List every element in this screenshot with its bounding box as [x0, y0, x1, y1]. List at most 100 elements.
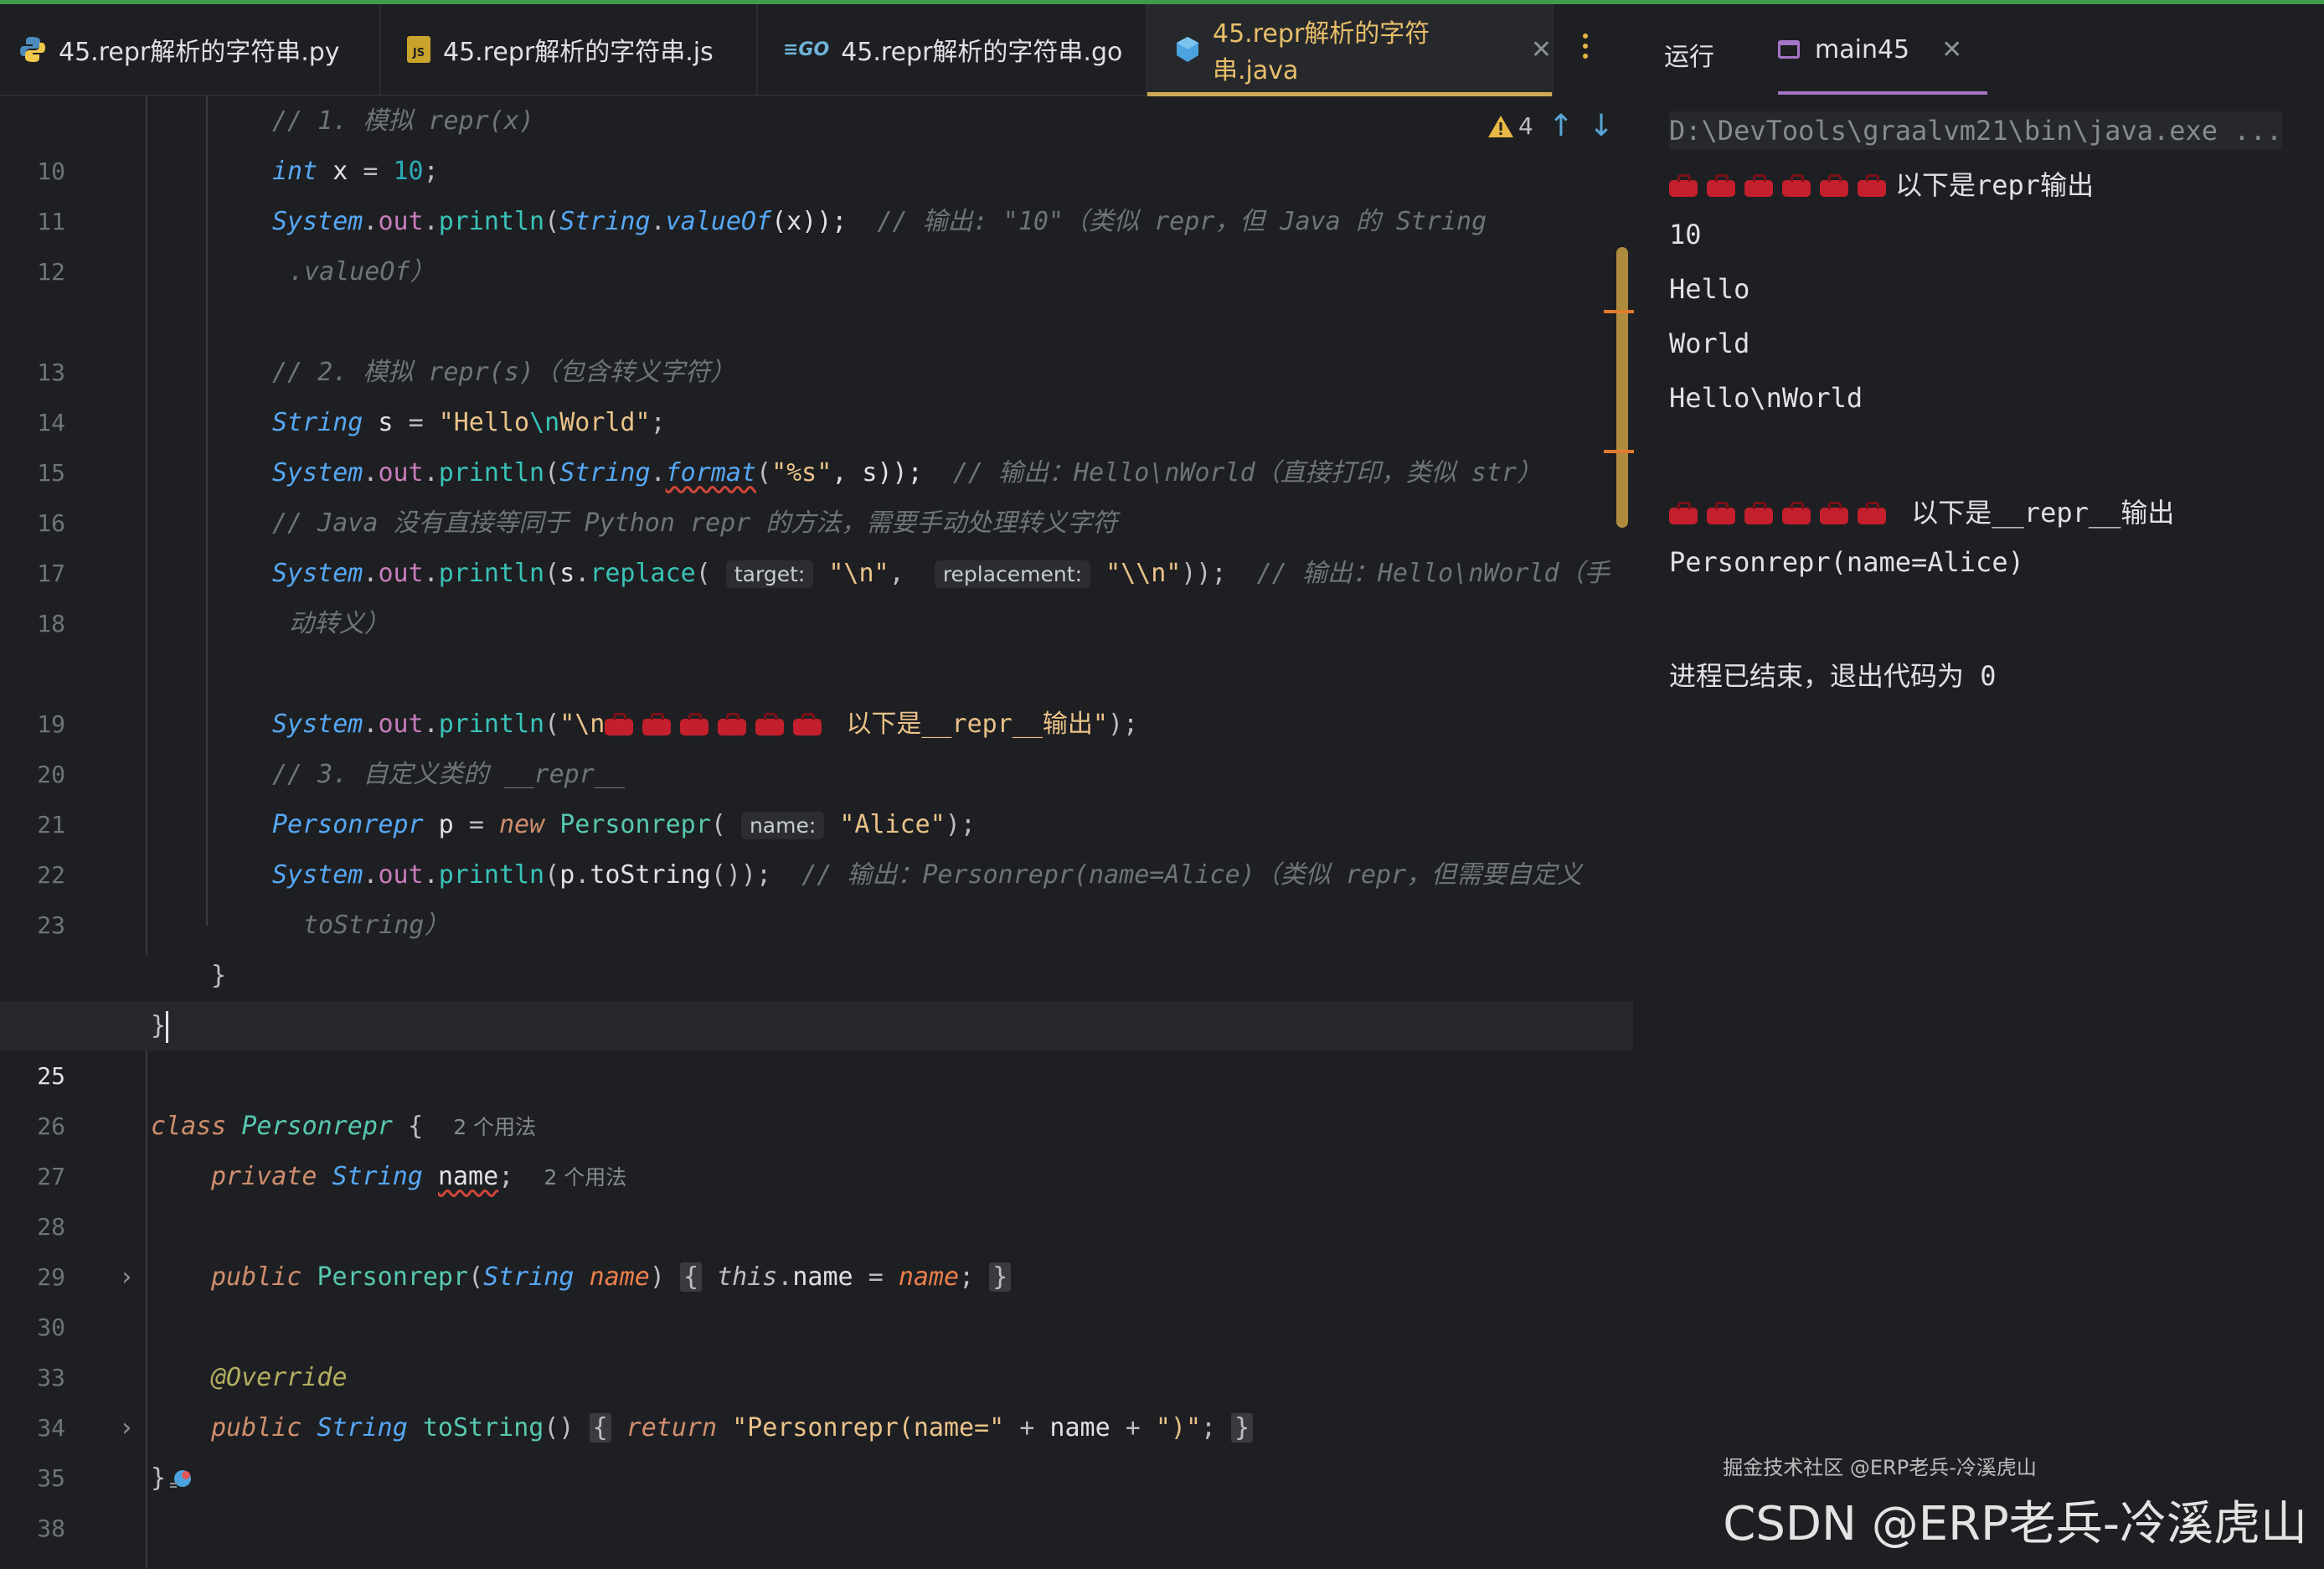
comment: // 3. 自定义类的 __repr__	[272, 760, 625, 789]
console-window-icon	[1778, 40, 1800, 59]
comment: // 1. 模拟 repr(x)	[272, 106, 534, 136]
warning-icon	[1488, 115, 1513, 137]
parameter-hint: name:	[740, 812, 825, 839]
js-file-icon: JS	[406, 35, 431, 64]
code-line: 35 › public String toString() { return "…	[0, 1403, 1633, 1492]
red-bag-icon	[1669, 497, 1895, 529]
code-line: 26	[0, 1051, 1633, 1140]
go-file-icon: ≡GO	[783, 39, 830, 60]
console-line: Hello	[1669, 273, 1750, 305]
comment-wrap: .valueOf）	[289, 257, 435, 286]
more-tabs-icon[interactable]	[1583, 34, 1590, 64]
usages-hint[interactable]: 2 个用法	[453, 1115, 536, 1139]
code-line: 34 @Override	[0, 1353, 1633, 1442]
code-line: 17 // Java 没有直接等同于 Python repr 的方法，需要手动处…	[0, 498, 1633, 587]
annotation: @Override	[211, 1363, 348, 1392]
run-console[interactable]: D:\DevTools\graalvm21\bin\java.exe ... 以…	[1637, 95, 2324, 1569]
code-line-current: 25 }	[0, 1001, 1633, 1090]
tab-label: 45.repr解析的字符串.js	[443, 38, 714, 67]
code-line-wrap: .valueOf）	[0, 247, 1633, 297]
warning-count: 4	[1518, 112, 1533, 140]
code-line: 29	[0, 1202, 1633, 1291]
code-line: 18 System.out.println(s.replace( target:…	[0, 549, 1633, 637]
code-statement: System.out.println("\n 以下是__repr__输出");	[272, 710, 1139, 739]
code-line: 15 String s = "Hello\nWorld";	[0, 398, 1633, 487]
code-line: 23 System.out.println(p.toString()); // …	[0, 850, 1633, 939]
java-file-icon	[1174, 35, 1201, 64]
code-line: 22 Personrepr p = new Personrepr( name: …	[0, 800, 1633, 889]
class-declaration: class Personrepr { 2 个用法	[151, 1112, 537, 1141]
tab-label: 45.repr解析的字符串.py	[59, 38, 340, 67]
editor-scrollbar[interactable]	[1616, 247, 1628, 528]
code-line: 24 }	[0, 951, 1633, 1040]
comment-wrap: toString）	[303, 911, 450, 940]
svg-text:JS: JS	[412, 47, 425, 59]
closing-brace: }	[151, 1463, 167, 1493]
tab-label: 45.repr解析的字符串.go	[841, 38, 1123, 67]
code-statement: Personrepr p = new Personrepr( name: "Al…	[272, 810, 976, 839]
code-line: 33	[0, 1303, 1633, 1391]
console-line: 以下是__repr__输出	[1669, 492, 2174, 530]
run-toolwindow-header: 运行 main45 ✕	[1637, 4, 2324, 95]
closing-brace: }	[211, 961, 227, 990]
code-line: 16 System.out.println(String.format("%s"…	[0, 448, 1633, 537]
console-line: 以下是repr输出	[1669, 164, 2094, 203]
console-command-line[interactable]: D:\DevTools\graalvm21\bin\java.exe ...	[1669, 111, 2283, 150]
code-line: 13	[0, 297, 1633, 386]
code-line: 10 // 1. 模拟 repr(x)	[0, 96, 1633, 185]
comment: // 2. 模拟 repr(s)（包含转义字符）	[272, 358, 735, 387]
run-config-label: main45	[1815, 34, 1910, 65]
parameter-hint: target:	[725, 560, 814, 588]
code-line: 14 // 2. 模拟 repr(s)（包含转义字符）	[0, 348, 1633, 436]
console-line: Personrepr(name=Alice)	[1669, 546, 2024, 578]
console-line: World	[1669, 328, 1750, 359]
fold-chevron-icon[interactable]: ›	[119, 1403, 134, 1453]
method-declaration: public String toString() { return "Perso…	[211, 1403, 1254, 1453]
code-line: 38 }	[0, 1453, 1633, 1542]
code-line: 19	[0, 649, 1633, 738]
code-line: 20 System.out.println("\n 以下是__repr__输出"…	[0, 699, 1633, 788]
tab-js-file[interactable]: JS 45.repr解析的字符串.js	[381, 4, 758, 95]
close-icon[interactable]: ✕	[1531, 35, 1552, 65]
code-statement: String s = "Hello\nWorld";	[272, 408, 666, 437]
tab-run-config[interactable]: main45 ✕	[1778, 4, 1987, 95]
close-icon[interactable]: ✕	[1941, 35, 1962, 65]
line-number: 39	[0, 1554, 65, 1569]
editor-tab-bar: 45.repr解析的字符串.py JS 45.repr解析的字符串.js ≡GO…	[0, 4, 1554, 96]
code-statement: System.out.println(s.replace( target: "\…	[272, 559, 1610, 588]
tab-go-file[interactable]: ≡GO 45.repr解析的字符串.go	[758, 4, 1147, 95]
watermark: 掘金技术社区 @ERP老兵-冷溪虎山 CSDN @ERP老兵-冷溪虎山	[1723, 1456, 2307, 1551]
comment-wrap: 动转义）	[289, 609, 389, 638]
code-line: 11 int x = 10;	[0, 147, 1633, 235]
arrow-down-icon[interactable]: ↓	[1589, 109, 1614, 143]
console-line: Hello\nWorld	[1669, 382, 1863, 414]
arrow-up-icon[interactable]: ↑	[1548, 109, 1574, 143]
code-line-wrap: toString）	[0, 901, 1633, 951]
code-line-wrap: 动转义）	[0, 599, 1633, 649]
code-statement: int x = 10;	[272, 157, 439, 186]
code-line: 12 System.out.println(String.valueOf(x))…	[0, 197, 1633, 286]
tab-python-file[interactable]: 45.repr解析的字符串.py	[0, 4, 381, 95]
scrollbar-warning-marker[interactable]	[1604, 450, 1634, 453]
tab-java-file[interactable]: 45.repr解析的字符串.java ✕	[1147, 4, 1554, 96]
usages-hint[interactable]: 2 个用法	[544, 1165, 626, 1190]
code-line: 30 › public Personrepr(String name) { th…	[0, 1252, 1633, 1341]
console-line: 10	[1669, 219, 1702, 250]
text-cursor	[166, 1010, 169, 1043]
python-icon	[18, 35, 47, 64]
inspection-widget[interactable]: 4 ↑ ↓	[1487, 109, 1614, 143]
code-editor[interactable]: 10 // 1. 模拟 repr(x) 11 int x = 10; 12 Sy…	[0, 96, 1633, 1569]
scrollbar-warning-marker[interactable]	[1604, 310, 1634, 313]
comment: // Java 没有直接等同于 Python repr 的方法，需要手动处理转义…	[272, 508, 1118, 538]
run-label: 运行	[1664, 43, 1714, 72]
field-declaration: private String name; 2 个用法	[211, 1162, 627, 1191]
red-bag-icon	[1669, 169, 1895, 201]
code-line: 39	[0, 1504, 1633, 1569]
code-statement: System.out.println(p.toString()); // 输出：…	[272, 860, 1583, 890]
fold-chevron-icon[interactable]: ›	[119, 1252, 134, 1303]
red-bag-icon	[605, 710, 831, 739]
code-line: 21 // 3. 自定义类的 __repr__	[0, 750, 1633, 839]
console-exit-line: 进程已结束，退出代码为 0	[1669, 660, 1997, 692]
parameter-hint: replacement:	[934, 560, 1090, 588]
code-statement: System.out.println(String.valueOf(x)); /…	[272, 207, 1487, 236]
